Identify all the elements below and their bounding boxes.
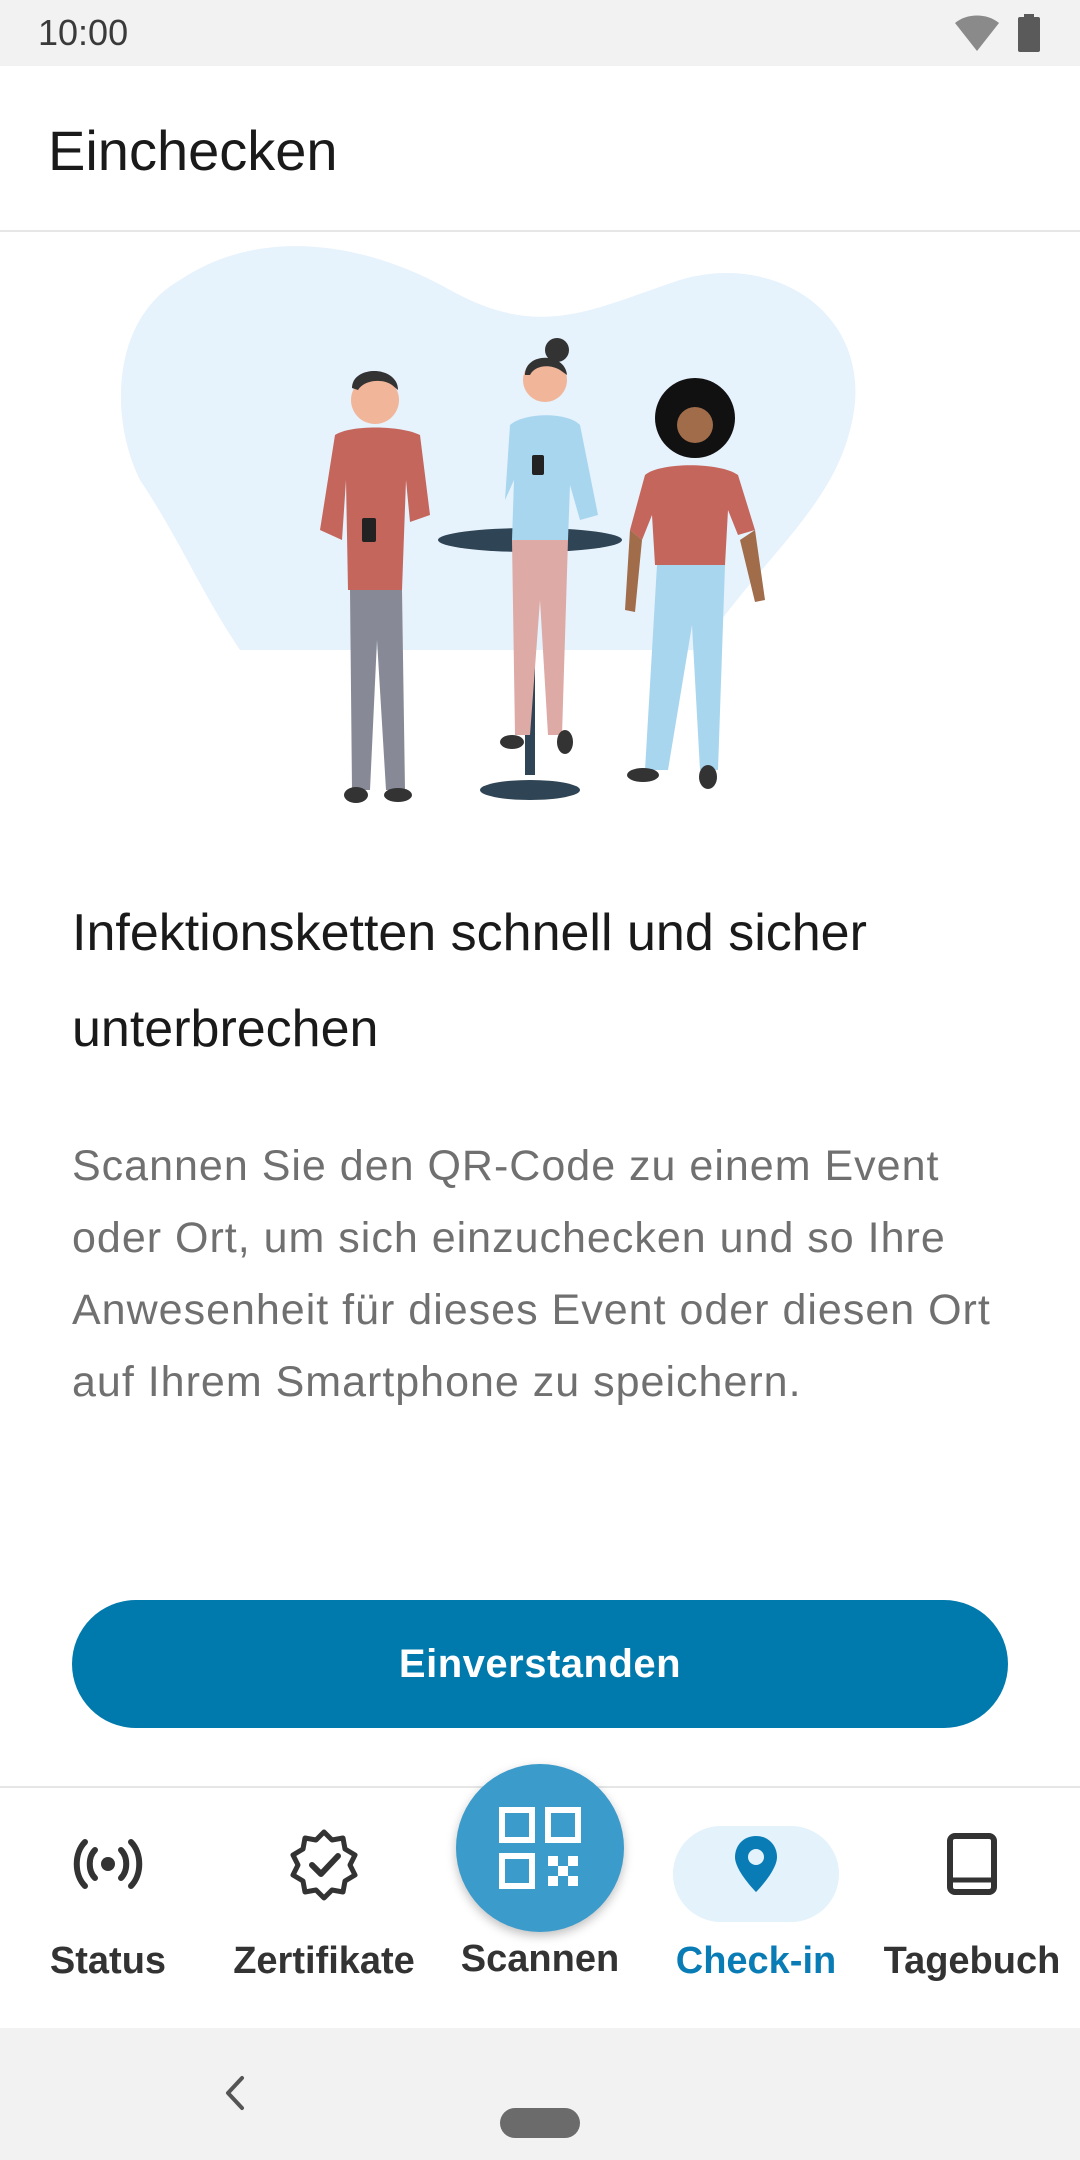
location-pin-icon bbox=[716, 1824, 796, 1904]
wifi-icon bbox=[955, 15, 999, 51]
scan-button[interactable] bbox=[456, 1764, 624, 1932]
nav-item-certificates[interactable]: Zertifikate bbox=[216, 1788, 432, 2030]
nav-item-diary[interactable]: Tagebuch bbox=[864, 1788, 1080, 2030]
app-bar: Einchecken bbox=[0, 66, 1080, 232]
nav-label-scan: Scannen bbox=[460, 1938, 620, 1980]
description-text: Scannen Sie den QR-Code zu einem Event o… bbox=[72, 1142, 991, 1406]
certificate-check-icon bbox=[284, 1824, 364, 1904]
people-at-table-illustration bbox=[120, 246, 856, 803]
agree-button[interactable]: Einverstanden bbox=[72, 1600, 1008, 1728]
status-bar: 10:00 bbox=[0, 0, 1080, 66]
nav-label-diary: Tagebuch bbox=[883, 1940, 1061, 1982]
back-icon[interactable] bbox=[220, 2070, 250, 2116]
status-time: 10:00 bbox=[38, 12, 129, 53]
nav-label-checkin: Check-in bbox=[675, 1940, 837, 1982]
battery-icon bbox=[1018, 14, 1040, 52]
nav-label-certificates: Zertifikate bbox=[233, 1940, 415, 1982]
qr-code-icon bbox=[499, 1807, 581, 1889]
nav-label-status: Status bbox=[49, 1940, 167, 1982]
home-pill[interactable] bbox=[500, 2108, 580, 2138]
system-navigation-bar bbox=[0, 2028, 1080, 2160]
broadcast-icon bbox=[68, 1824, 148, 1904]
headline: Infektionsketten schnell und sicher unte… bbox=[72, 904, 867, 1058]
nav-item-status[interactable]: Status bbox=[0, 1788, 216, 2030]
page-title: Einchecken bbox=[48, 119, 338, 182]
book-icon bbox=[932, 1824, 1012, 1904]
nav-item-checkin[interactable]: Check-in bbox=[648, 1788, 864, 2030]
